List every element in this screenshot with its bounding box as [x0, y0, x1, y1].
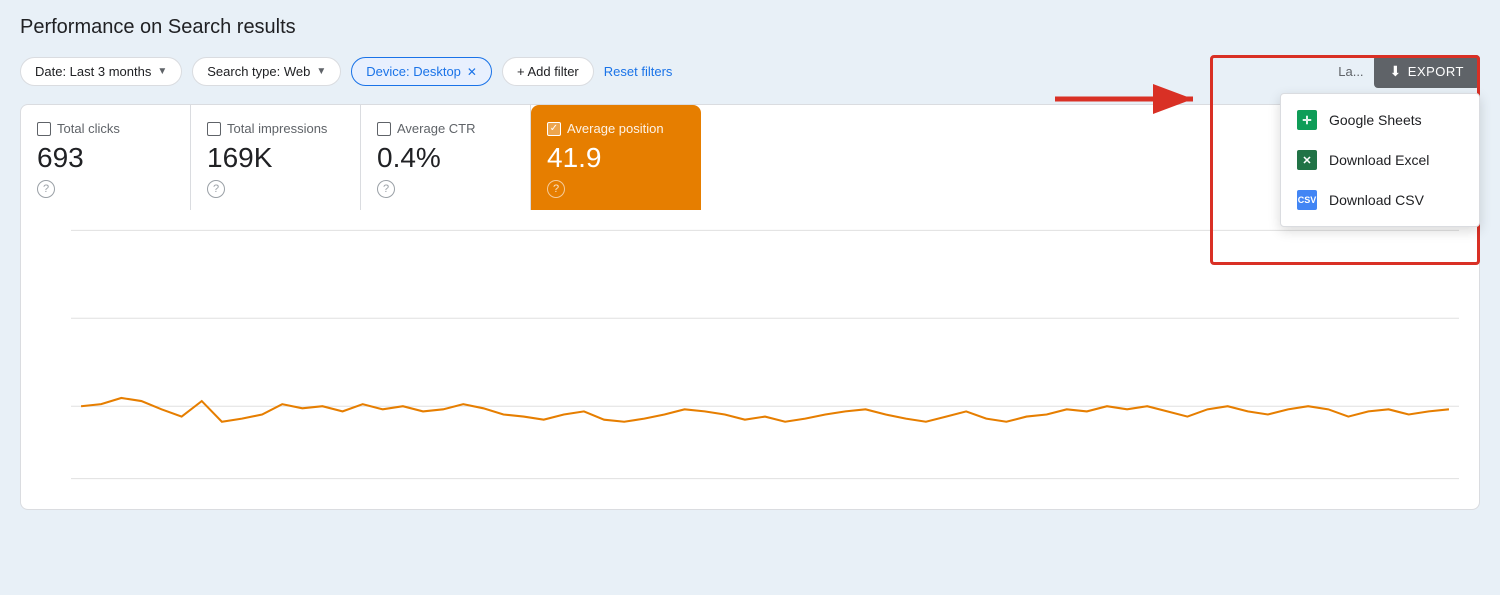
- average-ctr-value: 0.4%: [377, 142, 514, 174]
- close-icon[interactable]: ✕: [467, 65, 477, 79]
- metric-total-impressions[interactable]: Total impressions 169K ?: [191, 105, 361, 210]
- download-excel-label: Download Excel: [1329, 152, 1429, 168]
- download-csv-option[interactable]: CSV Download CSV: [1281, 180, 1479, 220]
- search-type-filter-label: Search type: Web: [207, 64, 310, 79]
- excel-icon: ✕: [1297, 150, 1317, 170]
- total-clicks-label: Total clicks: [57, 121, 120, 136]
- average-position-checkbox[interactable]: ✓: [547, 122, 561, 136]
- metric-header: Average CTR: [377, 121, 514, 136]
- reset-filters-link[interactable]: Reset filters: [604, 64, 673, 79]
- average-position-label: Average position: [567, 121, 664, 136]
- page-title: Performance on Search results: [20, 16, 1480, 39]
- metric-average-ctr[interactable]: Average CTR 0.4% ?: [361, 105, 531, 210]
- chevron-down-icon: ▼: [157, 66, 167, 77]
- total-clicks-checkbox[interactable]: [37, 122, 51, 136]
- help-icon[interactable]: ?: [207, 180, 225, 198]
- average-ctr-label: Average CTR: [397, 121, 476, 136]
- google-sheets-option[interactable]: ✛ Google Sheets: [1281, 100, 1479, 140]
- metrics-row: Total clicks 693 ? Total impressions 169…: [20, 104, 1480, 210]
- metric-total-clicks[interactable]: Total clicks 693 ?: [21, 105, 191, 210]
- average-position-value: 41.9: [547, 142, 685, 174]
- last-label: La...: [1338, 64, 1363, 79]
- export-button-label: EXPORT: [1408, 64, 1464, 79]
- csv-icon: CSV: [1297, 190, 1317, 210]
- total-clicks-value: 693: [37, 142, 174, 174]
- download-csv-label: Download CSV: [1329, 192, 1424, 208]
- metric-footer: ?: [207, 180, 344, 198]
- metric-footer: ?: [377, 180, 514, 198]
- average-ctr-checkbox[interactable]: [377, 122, 391, 136]
- help-icon[interactable]: ?: [377, 180, 395, 198]
- chart-container: 0 20 40 60 8/4/24 8/11/24 8/18/24 8/25/2…: [20, 210, 1480, 510]
- chart-svg: 0 20 40 60 8/4/24 8/11/24 8/18/24 8/25/2…: [71, 220, 1459, 489]
- search-type-filter[interactable]: Search type: Web ▼: [192, 57, 341, 86]
- metric-average-position[interactable]: ✓ Average position 41.9 ?: [531, 105, 701, 210]
- total-impressions-label: Total impressions: [227, 121, 327, 136]
- metric-header: ✓ Average position: [547, 121, 685, 136]
- date-filter[interactable]: Date: Last 3 months ▼: [20, 57, 182, 86]
- chevron-down-icon: ▼: [316, 66, 326, 77]
- metric-footer: ?: [547, 180, 685, 198]
- metric-footer: ?: [37, 180, 174, 198]
- google-sheets-icon: ✛: [1297, 110, 1317, 130]
- export-area: ⬇ EXPORT ✛ Google Sheets ✕ Download Exce…: [1374, 55, 1480, 88]
- total-impressions-checkbox[interactable]: [207, 122, 221, 136]
- help-icon[interactable]: ?: [547, 180, 565, 198]
- export-dropdown: ✛ Google Sheets ✕ Download Excel CSV Dow…: [1280, 93, 1480, 227]
- metric-header: Total clicks: [37, 121, 174, 136]
- google-sheets-label: Google Sheets: [1329, 112, 1422, 128]
- help-icon[interactable]: ?: [37, 180, 55, 198]
- metric-header: Total impressions: [207, 121, 344, 136]
- export-button[interactable]: ⬇ EXPORT: [1374, 55, 1480, 88]
- filters-export-row: Date: Last 3 months ▼ Search type: Web ▼…: [20, 55, 1480, 88]
- device-filter-label: Device: Desktop: [366, 64, 461, 79]
- add-filter-label: + Add filter: [517, 64, 579, 79]
- main-container: Performance on Search results Date: Last…: [0, 0, 1500, 595]
- total-impressions-value: 169K: [207, 142, 344, 174]
- date-filter-label: Date: Last 3 months: [35, 64, 151, 79]
- download-excel-option[interactable]: ✕ Download Excel: [1281, 140, 1479, 180]
- device-filter[interactable]: Device: Desktop ✕: [351, 57, 492, 86]
- download-icon: ⬇: [1390, 63, 1402, 80]
- add-filter-button[interactable]: + Add filter: [502, 57, 594, 86]
